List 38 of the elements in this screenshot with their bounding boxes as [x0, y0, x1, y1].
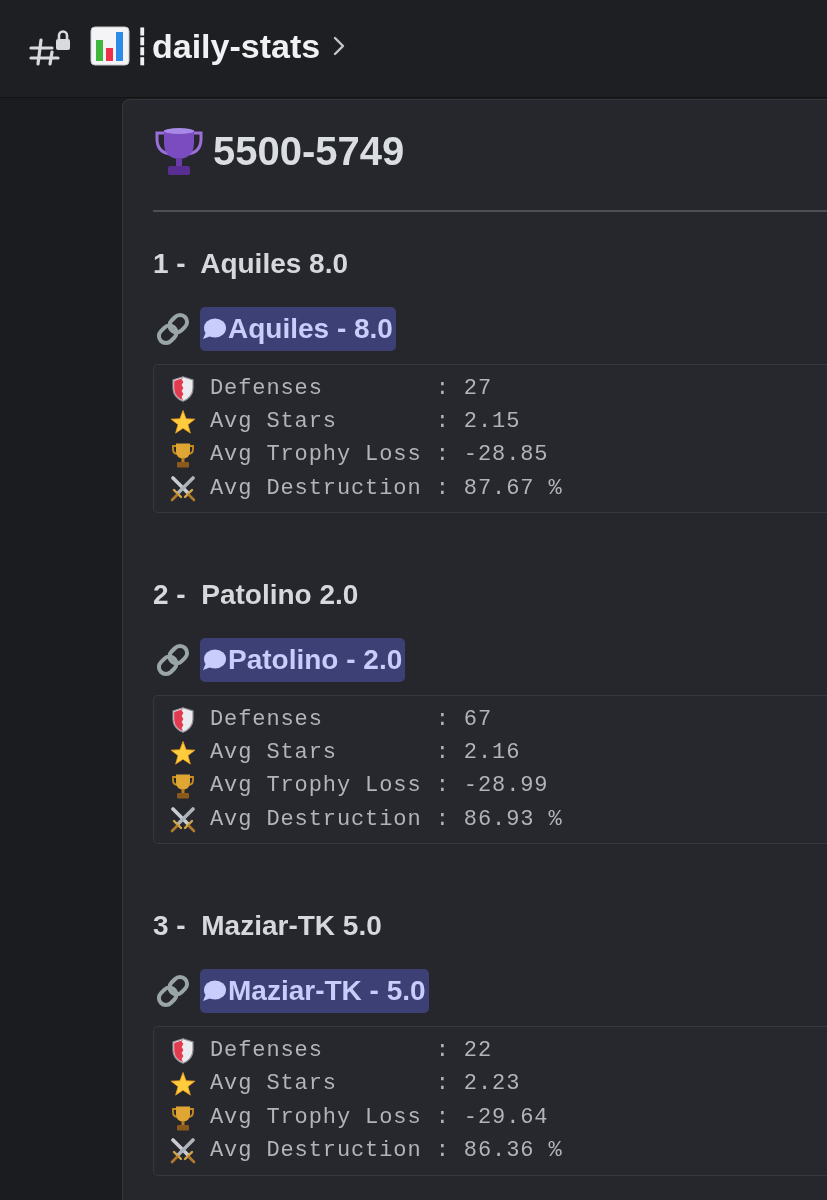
trophy-icon: [153, 125, 205, 177]
stat-line: Avg Stars : 2.23: [210, 1070, 521, 1099]
star-icon: [170, 741, 196, 766]
stat-line: Avg Trophy Loss : -28.99: [210, 772, 549, 801]
shield-icon: [172, 1038, 194, 1064]
channel-name[interactable]: ┊daily-stats: [132, 24, 321, 67]
shield-icon: [172, 706, 194, 733]
stat-line: Defenses : 67: [210, 705, 493, 734]
speech-bubble-icon: [202, 649, 226, 672]
stat-line: Defenses : 22: [210, 1037, 493, 1065]
channel-mention-link[interactable]: Patolino - 2.0: [200, 638, 406, 683]
stat-line: Avg Trophy Loss : -29.64: [210, 1103, 549, 1132]
trophy-icon: [171, 1104, 195, 1131]
bar-chart-icon: [90, 25, 130, 66]
stat-line: Defenses : 27: [210, 374, 493, 403]
channel-mention-link[interactable]: Aquiles - 8.0: [200, 307, 396, 351]
trophy-icon: [171, 773, 195, 800]
embed-title: 5500-5749: [213, 128, 405, 175]
star-icon: [170, 1072, 196, 1097]
stat-line: Avg Stars : 2.15: [210, 407, 521, 436]
star-icon: [170, 409, 196, 434]
crossed-swords-icon: [170, 1137, 196, 1164]
crossed-swords-icon: [170, 806, 196, 833]
stat-line: Avg Destruction : 87.67 %: [210, 474, 563, 503]
player-heading: 1 - Aquiles 8.0: [153, 248, 350, 280]
chevron-right-icon[interactable]: [333, 35, 346, 56]
stat-line: Avg Stars : 2.16: [210, 739, 521, 768]
stat-line: Avg Destruction : 86.36 %: [210, 1136, 563, 1165]
player-heading: 2 - Patolino 2.0: [153, 579, 360, 612]
speech-bubble-icon: [202, 318, 226, 340]
stat-line: Avg Destruction : 86.93 %: [210, 805, 563, 834]
crossed-swords-icon: [170, 475, 196, 502]
stat-line: Avg Trophy Loss : -28.85: [210, 441, 549, 470]
shield-icon: [172, 375, 194, 402]
player-heading: 3 - Maziar-TK 5.0: [153, 910, 383, 943]
trophy-icon: [171, 442, 195, 469]
speech-bubble-icon: [202, 980, 226, 1003]
channel-mention-link[interactable]: Maziar-TK - 5.0: [200, 969, 429, 1014]
